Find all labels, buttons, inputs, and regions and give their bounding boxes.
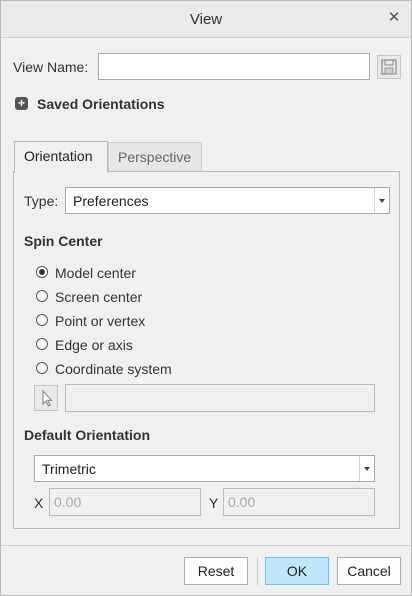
type-select-value: Preferences <box>73 193 149 209</box>
view-name-label: View Name: <box>13 59 89 75</box>
point-or-vertex-label[interactable]: Point or vertex <box>55 313 145 329</box>
y-input[interactable]: 0.00 <box>223 488 375 516</box>
default-orientation-select[interactable]: Trimetric <box>34 455 375 482</box>
radio-edge-or-axis[interactable] <box>36 338 48 350</box>
view-dialog: View ✕ View Name: + Saved Orientations O… <box>0 0 412 596</box>
x-label: X <box>34 495 44 511</box>
cursor-arrow-icon <box>42 389 53 407</box>
edge-or-axis-label[interactable]: Edge or axis <box>55 337 133 353</box>
default-orientation-heading: Default Orientation <box>24 427 151 443</box>
floppy-disk-icon <box>381 59 397 75</box>
chevron-down-icon <box>374 188 389 213</box>
cancel-button[interactable]: Cancel <box>337 557 401 585</box>
type-select[interactable]: Preferences <box>65 187 390 214</box>
radio-coordinate-system[interactable] <box>36 362 48 374</box>
dialog-title: View <box>189 11 223 28</box>
plus-expand-icon[interactable]: + <box>15 97 28 110</box>
save-view-button[interactable] <box>377 55 401 79</box>
saved-orientations-label[interactable]: Saved Orientations <box>37 96 165 112</box>
reset-button[interactable]: Reset <box>184 557 248 585</box>
type-label: Type: <box>24 193 59 209</box>
title-bar: View ✕ <box>1 1 411 38</box>
radio-model-center[interactable] <box>36 266 48 278</box>
y-placeholder: 0.00 <box>228 494 256 510</box>
chevron-down-icon <box>359 456 374 481</box>
default-orientation-value: Trimetric <box>42 461 96 477</box>
ok-button[interactable]: OK <box>265 557 329 585</box>
y-label: Y <box>209 495 219 511</box>
footer-button-divider <box>257 557 258 585</box>
model-center-label[interactable]: Model center <box>55 265 136 281</box>
close-icon[interactable]: ✕ <box>387 10 401 26</box>
pick-reference-button[interactable] <box>34 385 58 411</box>
tab-perspective[interactable]: Perspective <box>108 142 202 172</box>
x-input[interactable]: 0.00 <box>49 488 201 516</box>
tab-orientation[interactable]: Orientation <box>14 141 108 173</box>
x-placeholder: 0.00 <box>54 494 82 510</box>
coordinate-system-label[interactable]: Coordinate system <box>55 361 172 377</box>
footer-divider <box>1 545 411 546</box>
screen-center-label[interactable]: Screen center <box>55 289 142 305</box>
radio-point-or-vertex[interactable] <box>36 314 48 326</box>
spin-center-heading: Spin Center <box>24 233 103 249</box>
view-name-input[interactable] <box>98 53 370 80</box>
spin-center-reference-field[interactable] <box>65 384 375 412</box>
radio-screen-center[interactable] <box>36 290 48 302</box>
